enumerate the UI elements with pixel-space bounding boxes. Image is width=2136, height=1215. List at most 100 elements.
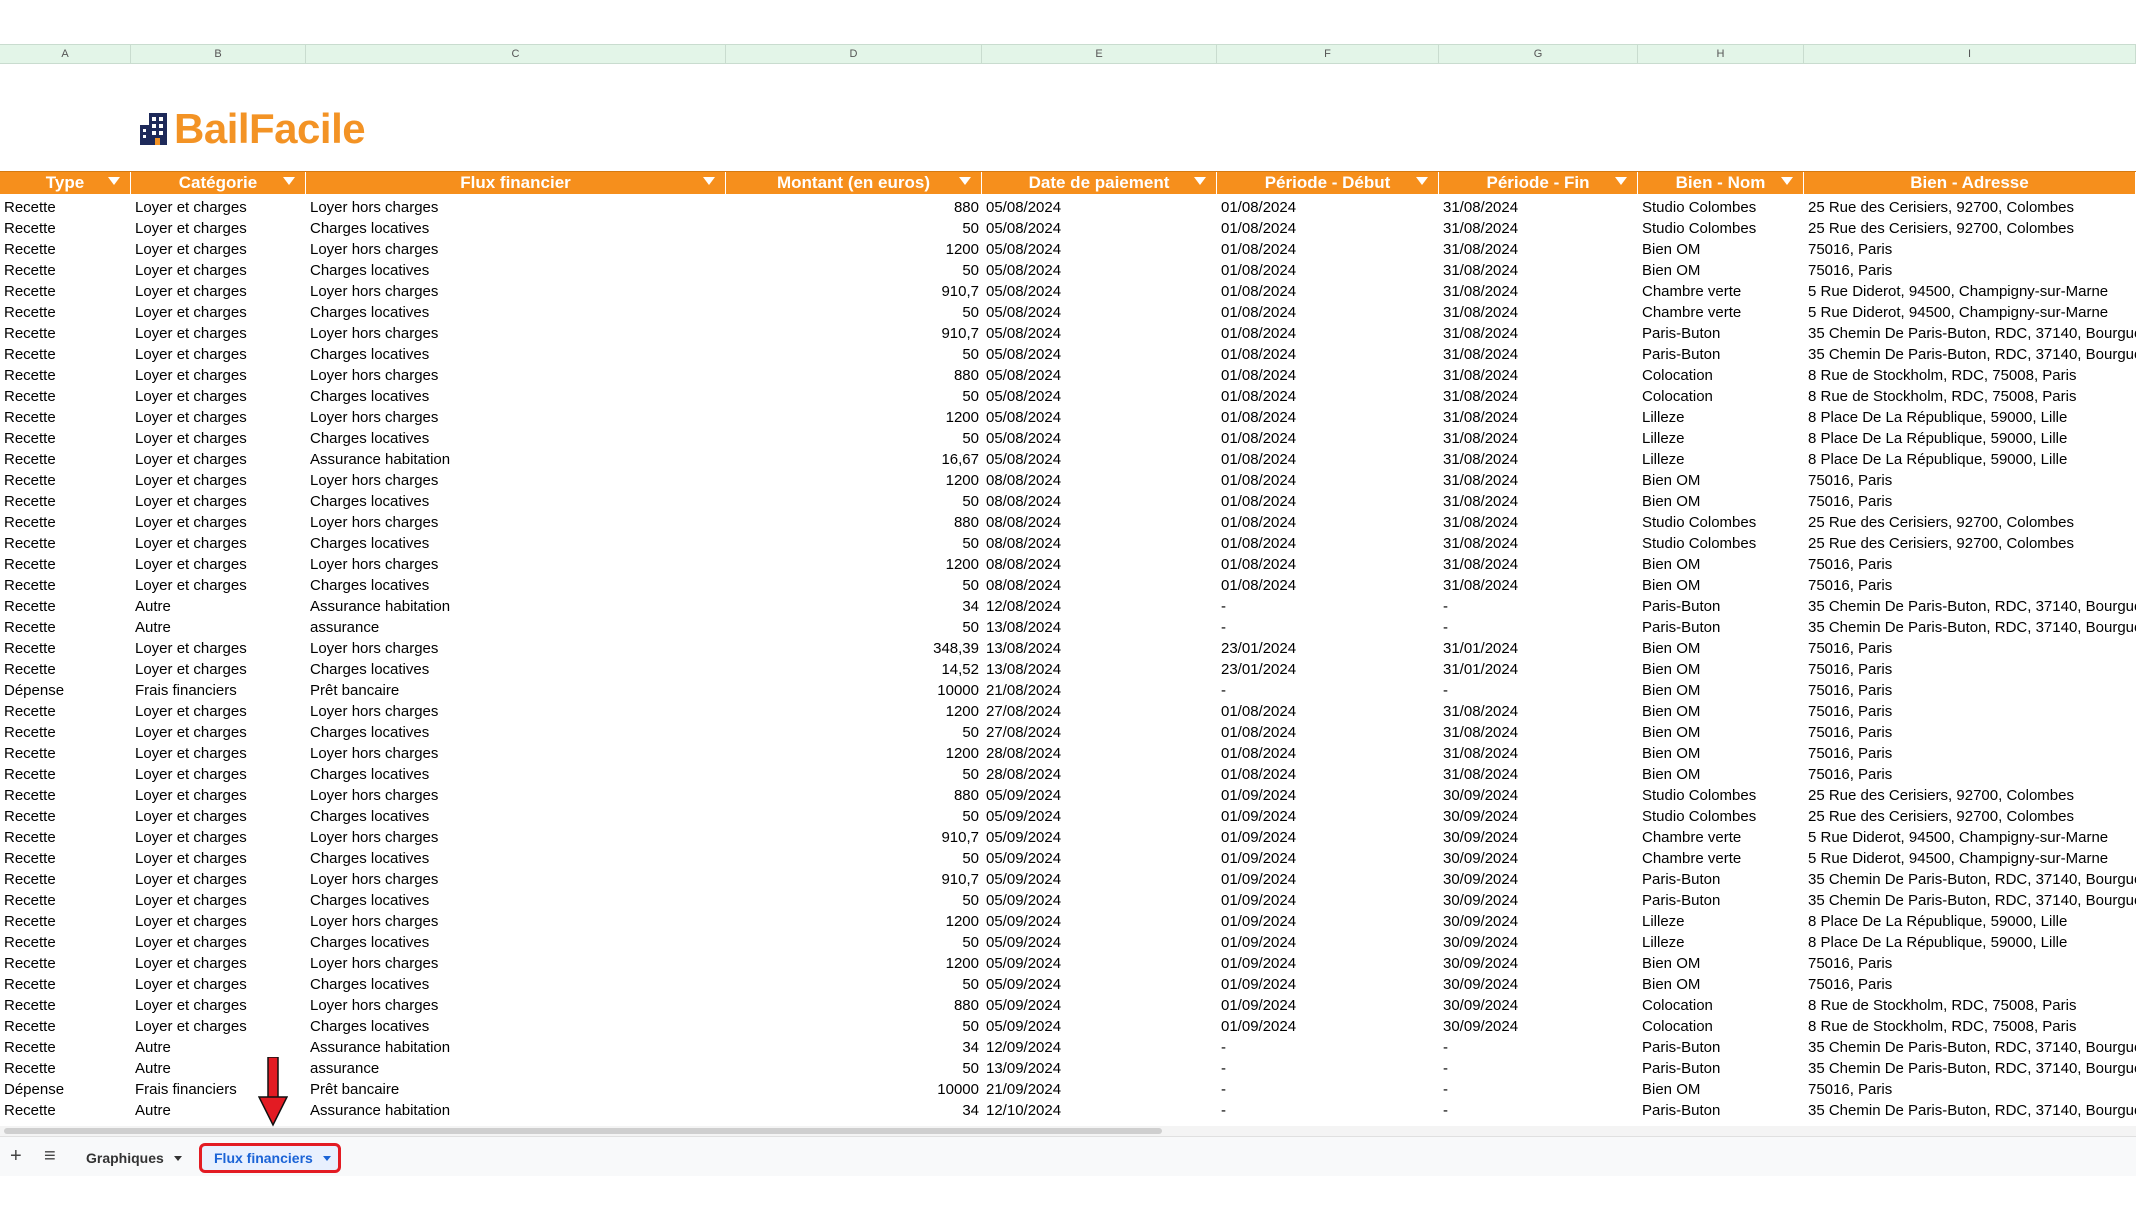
column-letter-f[interactable]: F bbox=[1217, 45, 1439, 63]
cell-fin[interactable]: 30/09/2024 bbox=[1439, 848, 1638, 869]
cell-bien-adresse[interactable]: 25 Rue des Cerisiers, 92700, Colombes bbox=[1804, 785, 2136, 806]
cell-date[interactable]: 05/08/2024 bbox=[982, 365, 1217, 386]
cell-date[interactable]: 05/08/2024 bbox=[982, 197, 1217, 218]
filter-icon[interactable] bbox=[1615, 177, 1627, 185]
cell-fin[interactable]: 31/08/2024 bbox=[1439, 764, 1638, 785]
scrollbar-thumb[interactable] bbox=[4, 1128, 1162, 1134]
cell-debut[interactable]: 01/08/2024 bbox=[1217, 386, 1439, 407]
cell-bien-nom[interactable]: Chambre verte bbox=[1638, 827, 1804, 848]
cell-fin[interactable]: 31/08/2024 bbox=[1439, 323, 1638, 344]
column-letter-e[interactable]: E bbox=[982, 45, 1217, 63]
cell-type[interactable]: Recette bbox=[0, 911, 131, 932]
cell-flux[interactable]: Charges locatives bbox=[306, 428, 726, 449]
cell-date[interactable]: 05/08/2024 bbox=[982, 449, 1217, 470]
cell-fin[interactable]: 31/08/2024 bbox=[1439, 449, 1638, 470]
cell-montant[interactable]: 50 bbox=[726, 722, 982, 743]
cell-type[interactable]: Recette bbox=[0, 1016, 131, 1037]
cell-fin[interactable]: 31/08/2024 bbox=[1439, 344, 1638, 365]
cell-categorie[interactable]: Loyer et charges bbox=[131, 743, 306, 764]
horizontal-scrollbar[interactable] bbox=[0, 1126, 2136, 1136]
cell-flux[interactable]: Loyer hors charges bbox=[306, 323, 726, 344]
cell-fin[interactable]: 31/08/2024 bbox=[1439, 512, 1638, 533]
cell-flux[interactable]: Loyer hors charges bbox=[306, 365, 726, 386]
cell-fin[interactable]: 31/08/2024 bbox=[1439, 743, 1638, 764]
cell-date[interactable]: 13/09/2024 bbox=[982, 1058, 1217, 1079]
cell-bien-adresse[interactable]: 5 Rue Diderot, 94500, Champigny-sur-Marn… bbox=[1804, 827, 2136, 848]
cell-flux[interactable]: Charges locatives bbox=[306, 575, 726, 596]
cell-flux[interactable]: Charges locatives bbox=[306, 659, 726, 680]
cell-categorie[interactable]: Loyer et charges bbox=[131, 827, 306, 848]
cell-type[interactable]: Recette bbox=[0, 365, 131, 386]
cell-categorie[interactable]: Loyer et charges bbox=[131, 323, 306, 344]
cell-categorie[interactable]: Autre bbox=[131, 596, 306, 617]
cell-montant[interactable]: 50 bbox=[726, 932, 982, 953]
cell-flux[interactable]: Loyer hors charges bbox=[306, 911, 726, 932]
cell-bien-adresse[interactable]: 35 Chemin De Paris-Buton, RDC, 37140, Bo… bbox=[1804, 1058, 2136, 1079]
cell-fin[interactable]: 30/09/2024 bbox=[1439, 974, 1638, 995]
cell-debut[interactable]: - bbox=[1217, 1058, 1439, 1079]
cell-debut[interactable]: 01/08/2024 bbox=[1217, 239, 1439, 260]
cell-bien-nom[interactable]: Bien OM bbox=[1638, 239, 1804, 260]
cell-bien-nom[interactable]: Bien OM bbox=[1638, 1079, 1804, 1100]
cell-categorie[interactable]: Loyer et charges bbox=[131, 974, 306, 995]
cell-bien-nom[interactable]: Chambre verte bbox=[1638, 848, 1804, 869]
cell-debut[interactable]: 01/08/2024 bbox=[1217, 701, 1439, 722]
cell-montant[interactable]: 50 bbox=[726, 428, 982, 449]
cell-type[interactable]: Dépense bbox=[0, 680, 131, 701]
cell-debut[interactable]: 01/08/2024 bbox=[1217, 302, 1439, 323]
cell-date[interactable]: 05/09/2024 bbox=[982, 827, 1217, 848]
cell-type[interactable]: Recette bbox=[0, 491, 131, 512]
cell-bien-adresse[interactable]: 25 Rue des Cerisiers, 92700, Colombes bbox=[1804, 806, 2136, 827]
cell-flux[interactable]: Charges locatives bbox=[306, 848, 726, 869]
cell-type[interactable]: Recette bbox=[0, 533, 131, 554]
cell-categorie[interactable]: Loyer et charges bbox=[131, 344, 306, 365]
cell-bien-adresse[interactable]: 75016, Paris bbox=[1804, 638, 2136, 659]
cell-type[interactable]: Recette bbox=[0, 1100, 131, 1121]
cell-bien-nom[interactable]: Colocation bbox=[1638, 386, 1804, 407]
cell-bien-adresse[interactable]: 8 Place De La République, 59000, Lille bbox=[1804, 932, 2136, 953]
cell-bien-nom[interactable]: Bien OM bbox=[1638, 701, 1804, 722]
cell-fin[interactable]: 31/08/2024 bbox=[1439, 533, 1638, 554]
column-letter-h[interactable]: H bbox=[1638, 45, 1804, 63]
cell-bien-nom[interactable]: Lilleze bbox=[1638, 911, 1804, 932]
cell-montant[interactable]: 1200 bbox=[726, 470, 982, 491]
cell-bien-adresse[interactable]: 8 Rue de Stockholm, RDC, 75008, Paris bbox=[1804, 1016, 2136, 1037]
cell-type[interactable]: Recette bbox=[0, 470, 131, 491]
cell-categorie[interactable]: Autre bbox=[131, 617, 306, 638]
cell-debut[interactable]: 01/09/2024 bbox=[1217, 995, 1439, 1016]
column-letter-c[interactable]: C bbox=[306, 45, 726, 63]
cell-date[interactable]: 05/08/2024 bbox=[982, 386, 1217, 407]
cell-fin[interactable]: 31/08/2024 bbox=[1439, 575, 1638, 596]
cell-type[interactable]: Recette bbox=[0, 554, 131, 575]
cell-fin[interactable]: 31/08/2024 bbox=[1439, 428, 1638, 449]
filter-icon[interactable] bbox=[1781, 177, 1793, 185]
cell-debut[interactable]: 01/08/2024 bbox=[1217, 575, 1439, 596]
cell-flux[interactable]: Loyer hors charges bbox=[306, 701, 726, 722]
cell-montant[interactable]: 50 bbox=[726, 617, 982, 638]
cell-categorie[interactable]: Loyer et charges bbox=[131, 449, 306, 470]
cell-debut[interactable]: - bbox=[1217, 617, 1439, 638]
cell-bien-adresse[interactable]: 35 Chemin De Paris-Buton, RDC, 37140, Bo… bbox=[1804, 323, 2136, 344]
cell-montant[interactable]: 50 bbox=[726, 260, 982, 281]
filter-icon[interactable] bbox=[1416, 177, 1428, 185]
cell-type[interactable]: Recette bbox=[0, 1058, 131, 1079]
cell-type[interactable]: Recette bbox=[0, 743, 131, 764]
cell-date[interactable]: 05/09/2024 bbox=[982, 911, 1217, 932]
cell-fin[interactable]: 31/08/2024 bbox=[1439, 197, 1638, 218]
cell-flux[interactable]: Loyer hors charges bbox=[306, 953, 726, 974]
cell-bien-nom[interactable]: Colocation bbox=[1638, 1016, 1804, 1037]
cell-flux[interactable]: Charges locatives bbox=[306, 1016, 726, 1037]
cell-date[interactable]: 27/08/2024 bbox=[982, 701, 1217, 722]
cell-date[interactable]: 12/09/2024 bbox=[982, 1037, 1217, 1058]
cell-bien-adresse[interactable]: 35 Chemin De Paris-Buton, RDC, 37140, Bo… bbox=[1804, 344, 2136, 365]
cell-date[interactable]: 12/10/2024 bbox=[982, 1100, 1217, 1121]
cell-fin[interactable]: 31/08/2024 bbox=[1439, 407, 1638, 428]
cell-flux[interactable]: Charges locatives bbox=[306, 974, 726, 995]
cell-bien-nom[interactable]: Studio Colombes bbox=[1638, 533, 1804, 554]
cell-montant[interactable]: 880 bbox=[726, 512, 982, 533]
cell-date[interactable]: 05/09/2024 bbox=[982, 869, 1217, 890]
cell-bien-adresse[interactable]: 75016, Paris bbox=[1804, 953, 2136, 974]
cell-debut[interactable]: 01/08/2024 bbox=[1217, 407, 1439, 428]
cell-bien-adresse[interactable]: 8 Place De La République, 59000, Lille bbox=[1804, 428, 2136, 449]
cell-bien-adresse[interactable]: 75016, Paris bbox=[1804, 470, 2136, 491]
